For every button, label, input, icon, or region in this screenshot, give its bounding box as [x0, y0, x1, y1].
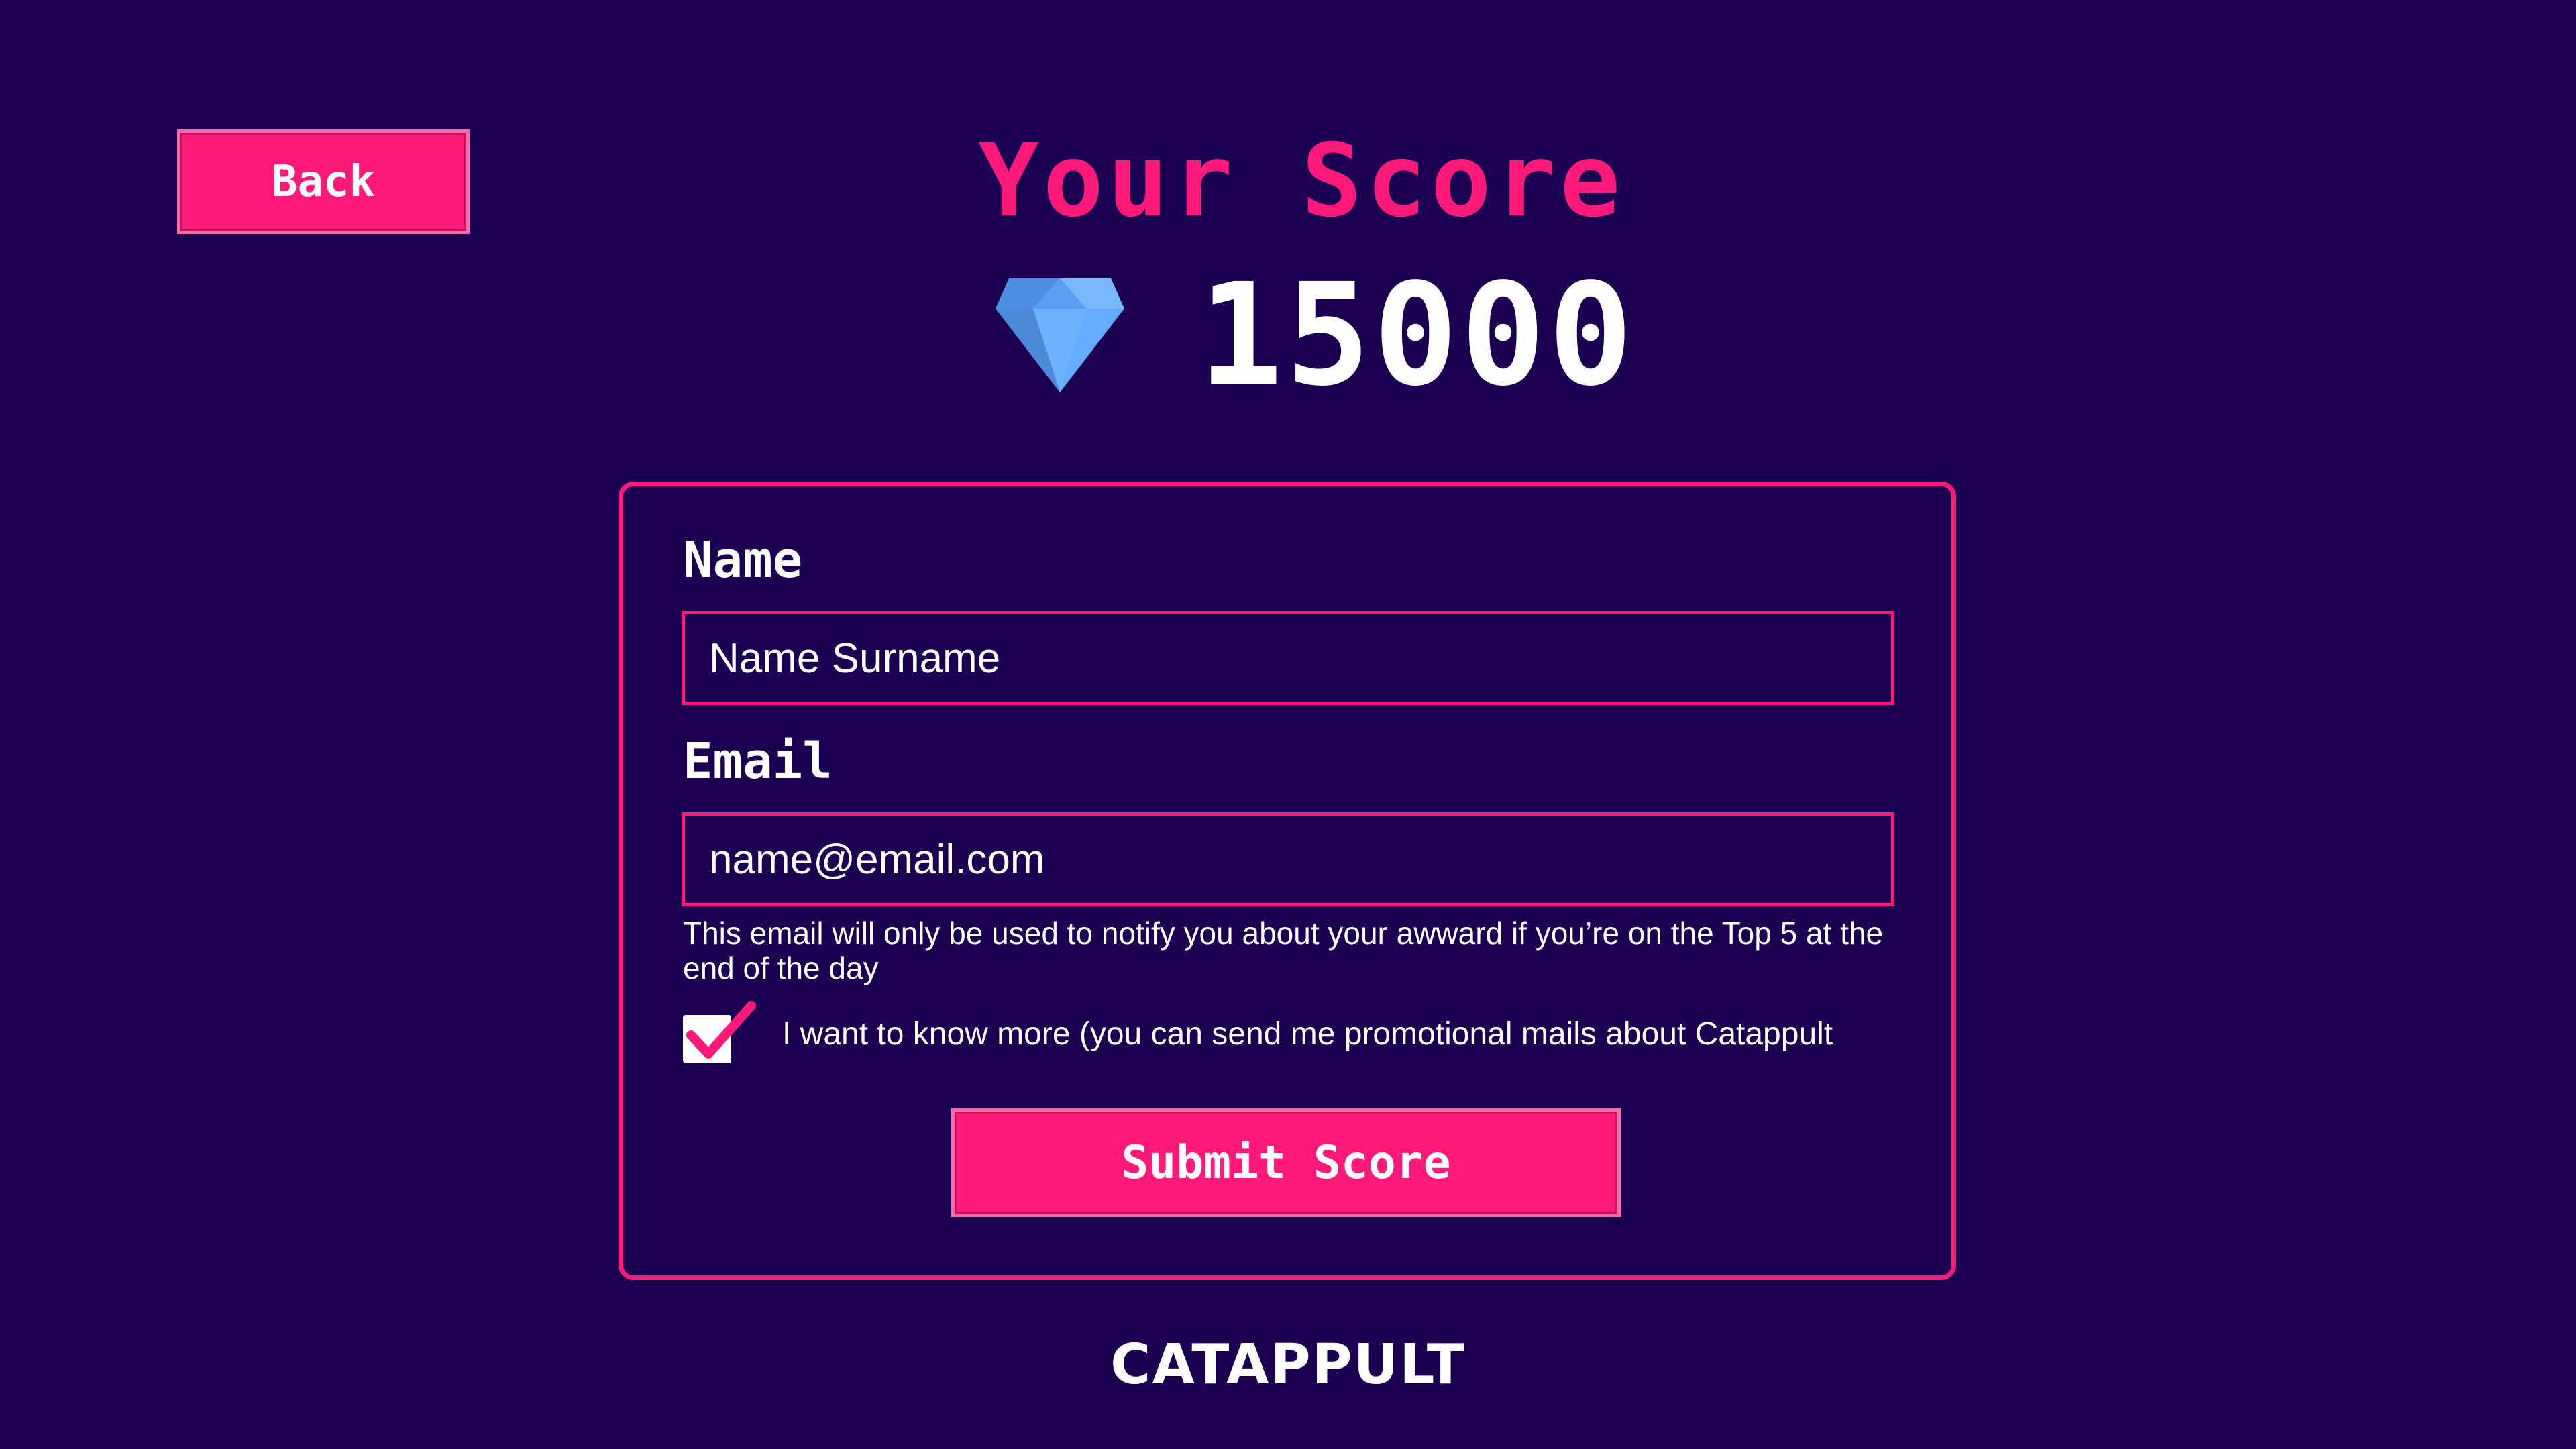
name-input[interactable]: [682, 611, 1894, 705]
submit-score-button[interactable]: Submit Score: [951, 1108, 1621, 1217]
promo-opt-in-checkbox[interactable]: [683, 1001, 756, 1063]
email-disclaimer: This email will only be used to notify y…: [683, 916, 1884, 985]
promo-opt-in-label[interactable]: I want to know more (you can send me pro…: [782, 1013, 1833, 1056]
score-display: 15000: [993, 253, 1636, 417]
score-value: 15000: [1198, 253, 1636, 417]
catappult-logo: CATAPPULT: [1110, 1333, 1466, 1397]
page-title: Your Score: [978, 123, 1625, 239]
email-input[interactable]: [682, 812, 1894, 906]
checkmark-icon: [686, 1001, 756, 1059]
name-label: Name: [683, 531, 803, 589]
email-label: Email: [683, 733, 833, 790]
diamond-icon: [996, 278, 1124, 392]
